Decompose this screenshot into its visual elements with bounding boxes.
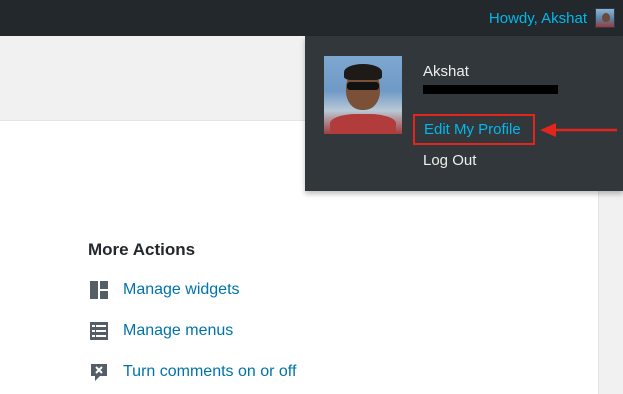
howdy-greeting[interactable]: Howdy, Akshat (489, 10, 587, 27)
annotation-arrow-icon (540, 123, 617, 137)
avatar-shirt (330, 114, 396, 134)
redacted-username (423, 85, 558, 94)
comments-toggle-icon (88, 362, 109, 383)
profile-avatar[interactable] (324, 56, 402, 134)
widgets-icon (88, 280, 109, 301)
action-manage-menus[interactable]: Manage menus (88, 320, 233, 342)
manage-menus-link[interactable]: Manage menus (123, 322, 233, 340)
account-dropdown: Akshat Edit My Profile Log Out (305, 36, 623, 191)
my-account-menu[interactable]: Howdy, Akshat (489, 0, 615, 36)
menus-icon (88, 321, 109, 342)
profile-display-name[interactable]: Akshat (423, 63, 469, 80)
admin-bar: Howdy, Akshat (0, 0, 623, 36)
action-turn-comments[interactable]: Turn comments on or off (88, 361, 296, 383)
manage-widgets-link[interactable]: Manage widgets (123, 281, 240, 299)
edit-my-profile-link[interactable]: Edit My Profile (413, 114, 535, 145)
user-avatar-icon[interactable] (595, 8, 615, 28)
avatar-hair (344, 64, 382, 80)
avatar-sunglasses (347, 82, 379, 90)
more-actions-heading: More Actions (88, 240, 196, 259)
turn-comments-link[interactable]: Turn comments on or off (123, 363, 296, 381)
edit-my-profile-label: Edit My Profile (424, 121, 521, 138)
action-manage-widgets[interactable]: Manage widgets (88, 279, 240, 301)
log-out-link[interactable]: Log Out (423, 152, 476, 169)
